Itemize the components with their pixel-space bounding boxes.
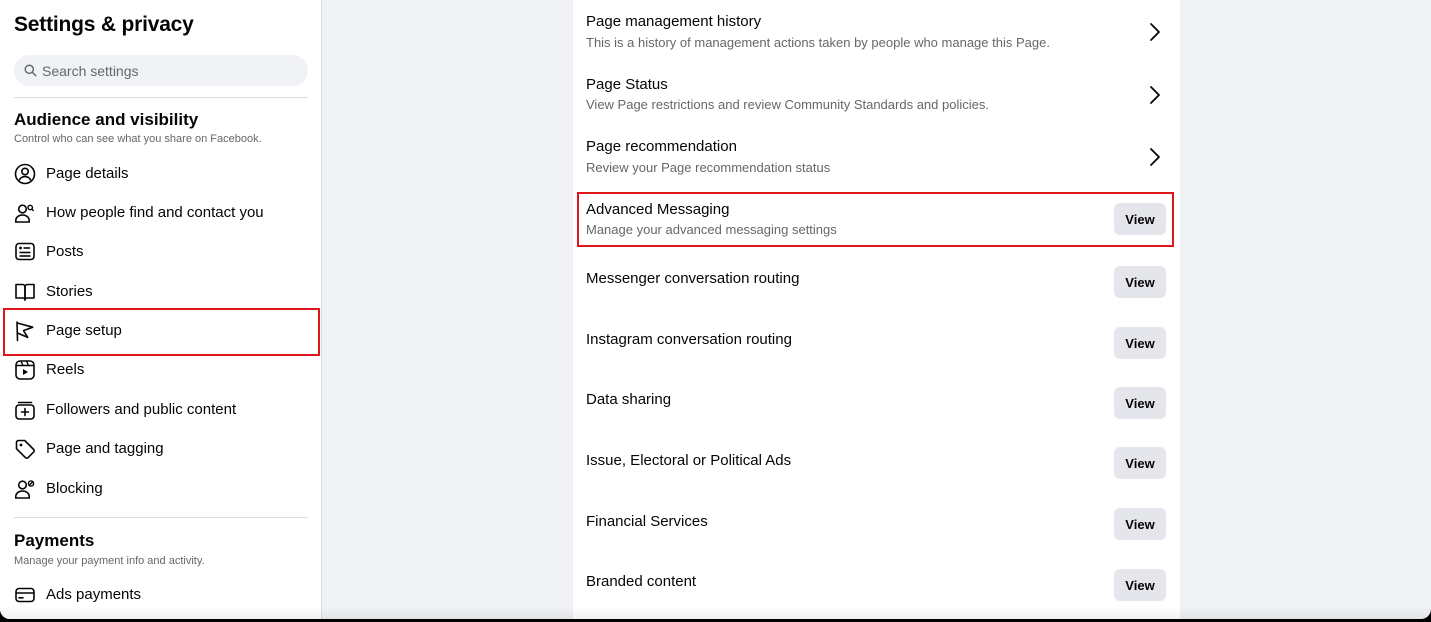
- sidebar-item-page-details[interactable]: Page details: [6, 156, 314, 192]
- chevron-right-icon[interactable]: [1147, 85, 1163, 105]
- row-title: Financial Services: [586, 513, 708, 530]
- book-icon: [15, 283, 35, 301]
- row-title: Issue, Electoral or Political Ads: [586, 452, 792, 469]
- section-title-payments: Payments: [14, 531, 95, 550]
- sidebar-item-label: Stories: [46, 283, 93, 300]
- view-button[interactable]: View: [1114, 387, 1166, 419]
- sidebar-divider: [14, 517, 308, 518]
- followers-icon: [15, 401, 35, 420]
- row-title: Messenger conversation routing: [586, 270, 800, 287]
- tag-icon: [15, 439, 35, 459]
- row-title: Advanced Messaging: [586, 201, 730, 218]
- view-button[interactable]: View: [1114, 203, 1166, 235]
- sidebar-item-label: How people find and contact you: [46, 204, 264, 221]
- sidebar-item-posts[interactable]: Posts: [6, 234, 314, 270]
- view-button[interactable]: View: [1114, 266, 1166, 298]
- view-button[interactable]: View: [1114, 508, 1166, 540]
- section-title-audience: Audience and visibility: [14, 110, 199, 129]
- row-description: This is a history of management actions …: [586, 35, 1050, 50]
- block-user-icon: [15, 480, 35, 499]
- row-messenger-routing[interactable]: Messenger conversation routing View: [573, 258, 1180, 310]
- row-title: Page Status: [586, 76, 668, 93]
- sidebar-item-label: Page and tagging: [46, 440, 164, 457]
- row-title: Branded content: [586, 573, 697, 590]
- row-page-status[interactable]: Page Status View Page restrictions and r…: [573, 62, 1180, 125]
- settings-content-panel: Page management history This is a histor…: [573, 0, 1180, 619]
- sidebar-item-find-contact[interactable]: How people find and contact you: [6, 195, 314, 231]
- sidebar-item-stories[interactable]: Stories: [6, 274, 314, 310]
- row-branded-content[interactable]: Branded content View: [573, 562, 1180, 614]
- row-description: Manage your advanced messaging settings: [586, 222, 837, 237]
- row-title: Page recommendation: [586, 138, 737, 155]
- sidebar-item-tagging[interactable]: Page and tagging: [6, 431, 314, 467]
- section-subtitle-audience: Control who can see what you share on Fa…: [14, 133, 262, 145]
- row-advanced-messaging[interactable]: Advanced Messaging Manage your advanced …: [573, 192, 1180, 248]
- row-title: Page management history: [586, 13, 762, 30]
- reels-icon: [15, 360, 35, 380]
- view-button[interactable]: View: [1114, 569, 1166, 601]
- flag-icon: [16, 321, 34, 342]
- sidebar-item-ads-payments[interactable]: Ads payments: [6, 577, 314, 613]
- chevron-right-icon[interactable]: [1147, 22, 1163, 42]
- sidebar-item-label: Page setup: [46, 322, 122, 339]
- sidebar-item-label: Page details: [46, 165, 129, 182]
- person-search-icon: [15, 204, 35, 223]
- sidebar-item-label: Ads payments: [46, 586, 142, 603]
- sidebar-item-label: Reels: [46, 361, 85, 378]
- sidebar-item-page-setup[interactable]: Page setup: [6, 313, 314, 349]
- row-data-sharing[interactable]: Data sharing View: [573, 380, 1180, 432]
- row-page-recommendation[interactable]: Page recommendation Review your Page rec…: [573, 125, 1180, 187]
- section-subtitle-payments: Manage your payment info and activity.: [14, 555, 205, 567]
- row-description: View Page restrictions and review Commun…: [586, 97, 989, 112]
- search-input[interactable]: [42, 55, 292, 86]
- view-button[interactable]: View: [1114, 327, 1166, 359]
- sidebar-item-label: Followers and public content: [46, 401, 237, 418]
- row-political-ads[interactable]: Issue, Electoral or Political Ads View: [573, 441, 1180, 493]
- row-page-management-history[interactable]: Page management history This is a histor…: [573, 0, 1180, 62]
- row-instagram-routing[interactable]: Instagram conversation routing View: [573, 319, 1180, 371]
- sidebar-item-label: Posts: [46, 243, 84, 260]
- sidebar-item-followers[interactable]: Followers and public content: [6, 392, 314, 428]
- settings-window: Settings & privacy Audience and visibili…: [0, 0, 1431, 619]
- sidebar-item-reels[interactable]: Reels: [6, 352, 314, 388]
- sidebar-divider: [14, 97, 308, 98]
- row-financial-services[interactable]: Financial Services View: [573, 502, 1180, 554]
- credit-card-icon: [15, 587, 35, 603]
- user-circle-icon: [14, 163, 36, 185]
- search-icon: [24, 64, 37, 77]
- settings-sidebar: Settings & privacy Audience and visibili…: [0, 0, 322, 619]
- row-description: Review your Page recommendation status: [586, 160, 831, 175]
- row-title: Data sharing: [586, 391, 672, 408]
- sidebar-item-blocking[interactable]: Blocking: [6, 471, 314, 507]
- search-box[interactable]: [14, 55, 308, 86]
- row-title: Instagram conversation routing: [586, 331, 792, 348]
- posts-icon: [15, 242, 35, 261]
- sidebar-title: Settings & privacy: [14, 13, 194, 36]
- view-button[interactable]: View: [1114, 447, 1166, 479]
- sidebar-item-label: Blocking: [46, 480, 103, 497]
- chevron-right-icon[interactable]: [1147, 147, 1163, 167]
